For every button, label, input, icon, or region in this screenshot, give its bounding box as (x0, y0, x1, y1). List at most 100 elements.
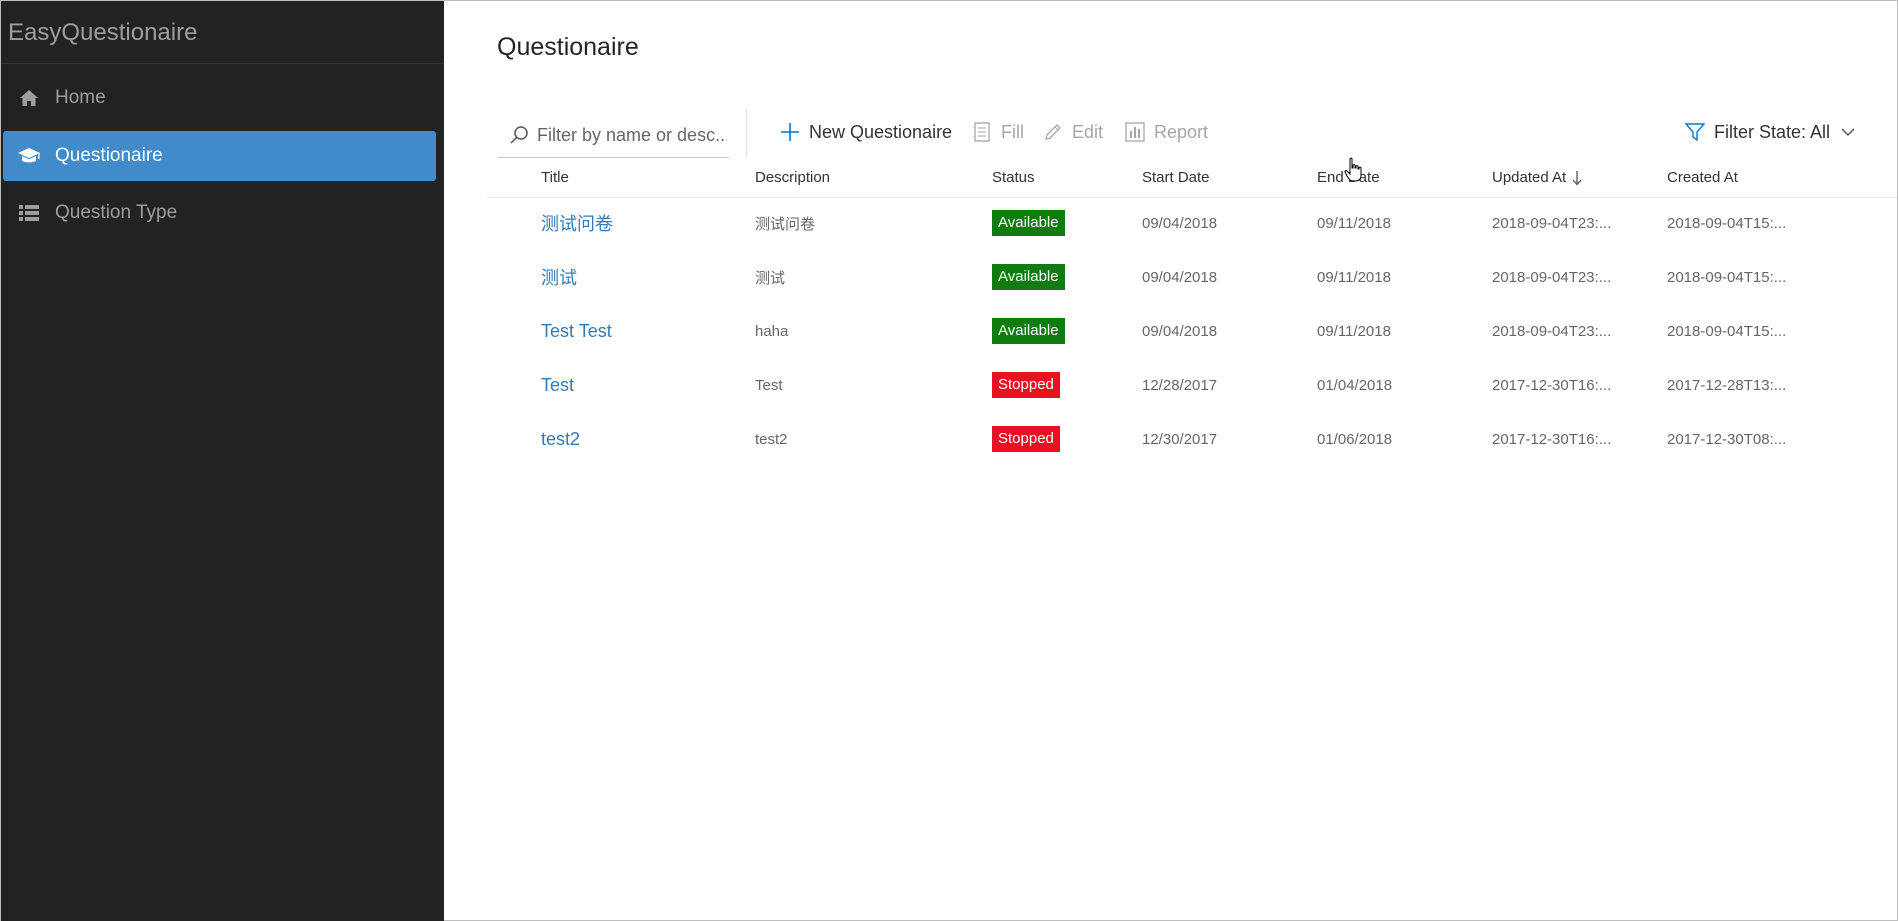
new-questionaire-label: New Questionaire (809, 121, 953, 142)
row-status: Available (992, 304, 1065, 358)
row-end-date: 01/04/2018 (1317, 358, 1392, 412)
command-divider (746, 109, 747, 157)
main-content: Questionaire New Questionaire Fill (444, 1, 1897, 920)
column-header-created-at[interactable]: Created At (1667, 169, 1738, 186)
column-header-updated-at[interactable]: Updated At (1492, 169, 1582, 186)
row-created-at-text: 2018-09-04T15:... (1667, 268, 1787, 286)
sidebar-item-label: Home (55, 87, 106, 108)
sidebar-item-questionaire[interactable]: Questionaire (3, 131, 436, 181)
row-end-date-text: 09/11/2018 (1317, 268, 1391, 286)
row-end-date: 09/11/2018 (1317, 196, 1391, 250)
row-description-text: 测试 (755, 269, 786, 287)
table-header: Title Description Status Start Date End … (487, 161, 1897, 198)
chevron-down-icon (1840, 124, 1856, 140)
row-end-date: 09/11/2018 (1317, 250, 1391, 304)
new-questionaire-button[interactable]: New Questionaire (779, 118, 952, 146)
row-start-date: 09/04/2018 (1142, 304, 1217, 358)
row-description-text: Test (755, 376, 783, 394)
row-created-at: 2018-09-04T15:... (1667, 250, 1786, 304)
row-description-text: test2 (755, 430, 788, 448)
row-updated-at-text: 2018-09-04T23:... (1492, 322, 1612, 340)
row-end-date: 01/06/2018 (1317, 412, 1392, 466)
row-description: 测试 (755, 250, 785, 304)
row-title-link-text[interactable]: 测试 (541, 264, 577, 290)
sidebar-item-home[interactable]: Home (3, 73, 436, 123)
row-description: 测试问卷 (755, 196, 815, 250)
edit-button[interactable]: Edit (1042, 118, 1103, 146)
status-badge: Available (992, 210, 1065, 236)
row-status: Stopped (992, 358, 1060, 412)
row-created-at-text: 2018-09-04T15:... (1667, 322, 1787, 340)
row-title-link-text[interactable]: Test Test (541, 321, 612, 342)
filter-icon (1684, 121, 1706, 143)
row-end-date-text: 01/06/2018 (1317, 430, 1393, 448)
row-end-date-text: 09/11/2018 (1317, 322, 1391, 340)
row-title-link[interactable]: Test (541, 358, 574, 412)
column-header-description[interactable]: Description (755, 169, 830, 186)
pencil-icon (1042, 121, 1064, 143)
sidebar-item-label: Questionaire (55, 145, 163, 166)
row-created-at: 2018-09-04T15:... (1667, 304, 1786, 358)
home-icon (17, 86, 41, 110)
row-created-at: 2017-12-28T13:... (1667, 358, 1786, 412)
row-description: test2 (755, 412, 788, 466)
row-title-link[interactable]: 测试 (541, 250, 577, 304)
search-box[interactable] (498, 113, 729, 158)
row-end-date-text: 09/11/2018 (1317, 214, 1391, 232)
table-row[interactable]: 测试 测试 Available 09/04/2018 09/11/2018 2018-09… (487, 250, 1897, 304)
row-updated-at-text: 2017-12-30T16:... (1492, 430, 1612, 448)
column-header-updated-at-label: Updated At (1492, 169, 1567, 186)
sidebar-item-label: Question Type (55, 202, 178, 223)
row-start-date-text: 09/04/2018 (1142, 268, 1218, 286)
filter-state-dropdown[interactable]: Filter State: All (1684, 118, 1856, 146)
row-description-text: haha (755, 322, 789, 340)
row-start-date-text: 12/30/2017 (1142, 430, 1218, 448)
table-row[interactable]: 测试问卷 测试问卷 Available 09/04/2018 09/11/2018 201… (487, 196, 1897, 250)
status-badge: Available (992, 318, 1065, 344)
row-updated-at-text: 2017-12-30T16:... (1492, 376, 1612, 394)
row-description: Test (755, 358, 783, 412)
status-badge: Stopped (992, 372, 1060, 398)
form-icon (971, 121, 993, 143)
row-end-date-text: 01/04/2018 (1317, 376, 1393, 394)
search-input[interactable] (535, 123, 729, 147)
row-start-date: 12/28/2017 (1142, 358, 1217, 412)
plus-icon (779, 121, 801, 143)
row-created-at: 2018-09-04T15:... (1667, 196, 1786, 250)
row-created-at-text: 2017-12-30T08:... (1667, 430, 1787, 448)
row-title-link-text[interactable]: 测试问卷 (541, 210, 613, 236)
sort-descending-icon (1572, 170, 1582, 186)
graduation-cap-icon (17, 144, 41, 168)
sidebar-item-question-type[interactable]: Question Type (3, 188, 436, 238)
report-button[interactable]: Report (1124, 118, 1208, 146)
row-updated-at-text: 2018-09-04T23:... (1492, 214, 1612, 232)
row-title-link[interactable]: test2 (541, 412, 580, 466)
fill-button[interactable]: Fill (971, 118, 1024, 146)
brand-title[interactable]: EasyQuestionaire (1, 1, 444, 64)
status-badge: Stopped (992, 426, 1060, 452)
row-updated-at: 2018-09-04T23:... (1492, 304, 1611, 358)
report-icon (1124, 121, 1146, 143)
row-description-text: 测试问卷 (755, 215, 816, 233)
app-window: EasyQuestionaire Home Questionaire Quest… (0, 0, 1898, 921)
row-updated-at-text: 2018-09-04T23:... (1492, 268, 1612, 286)
table-row[interactable]: test2 test2 Stopped 12/30/2017 01/06/2018 201… (487, 412, 1897, 466)
edit-label: Edit (1072, 121, 1104, 142)
row-status: Available (992, 196, 1065, 250)
row-title-link-text[interactable]: test2 (541, 429, 580, 450)
table-row[interactable]: Test Test Stopped 12/28/2017 01/04/2018 2017-… (487, 358, 1897, 412)
row-title-link-text[interactable]: Test (541, 375, 574, 396)
row-title-link[interactable]: 测试问卷 (541, 196, 613, 250)
row-start-date-text: 09/04/2018 (1142, 322, 1218, 340)
row-created-at: 2017-12-30T08:... (1667, 412, 1786, 466)
mouse-pointer-hand-icon (1344, 157, 1364, 183)
column-header-status[interactable]: Status (992, 169, 1035, 186)
row-start-date-text: 12/28/2017 (1142, 376, 1218, 394)
column-header-title[interactable]: Title (541, 169, 569, 186)
row-description: haha (755, 304, 788, 358)
row-updated-at: 2018-09-04T23:... (1492, 196, 1611, 250)
row-title-link[interactable]: Test Test (541, 304, 612, 358)
column-header-start-date[interactable]: Start Date (1142, 169, 1210, 186)
row-created-at-text: 2017-12-28T13:... (1667, 376, 1787, 394)
table-row[interactable]: Test Test haha Available 09/04/2018 09/11/20… (487, 304, 1897, 358)
